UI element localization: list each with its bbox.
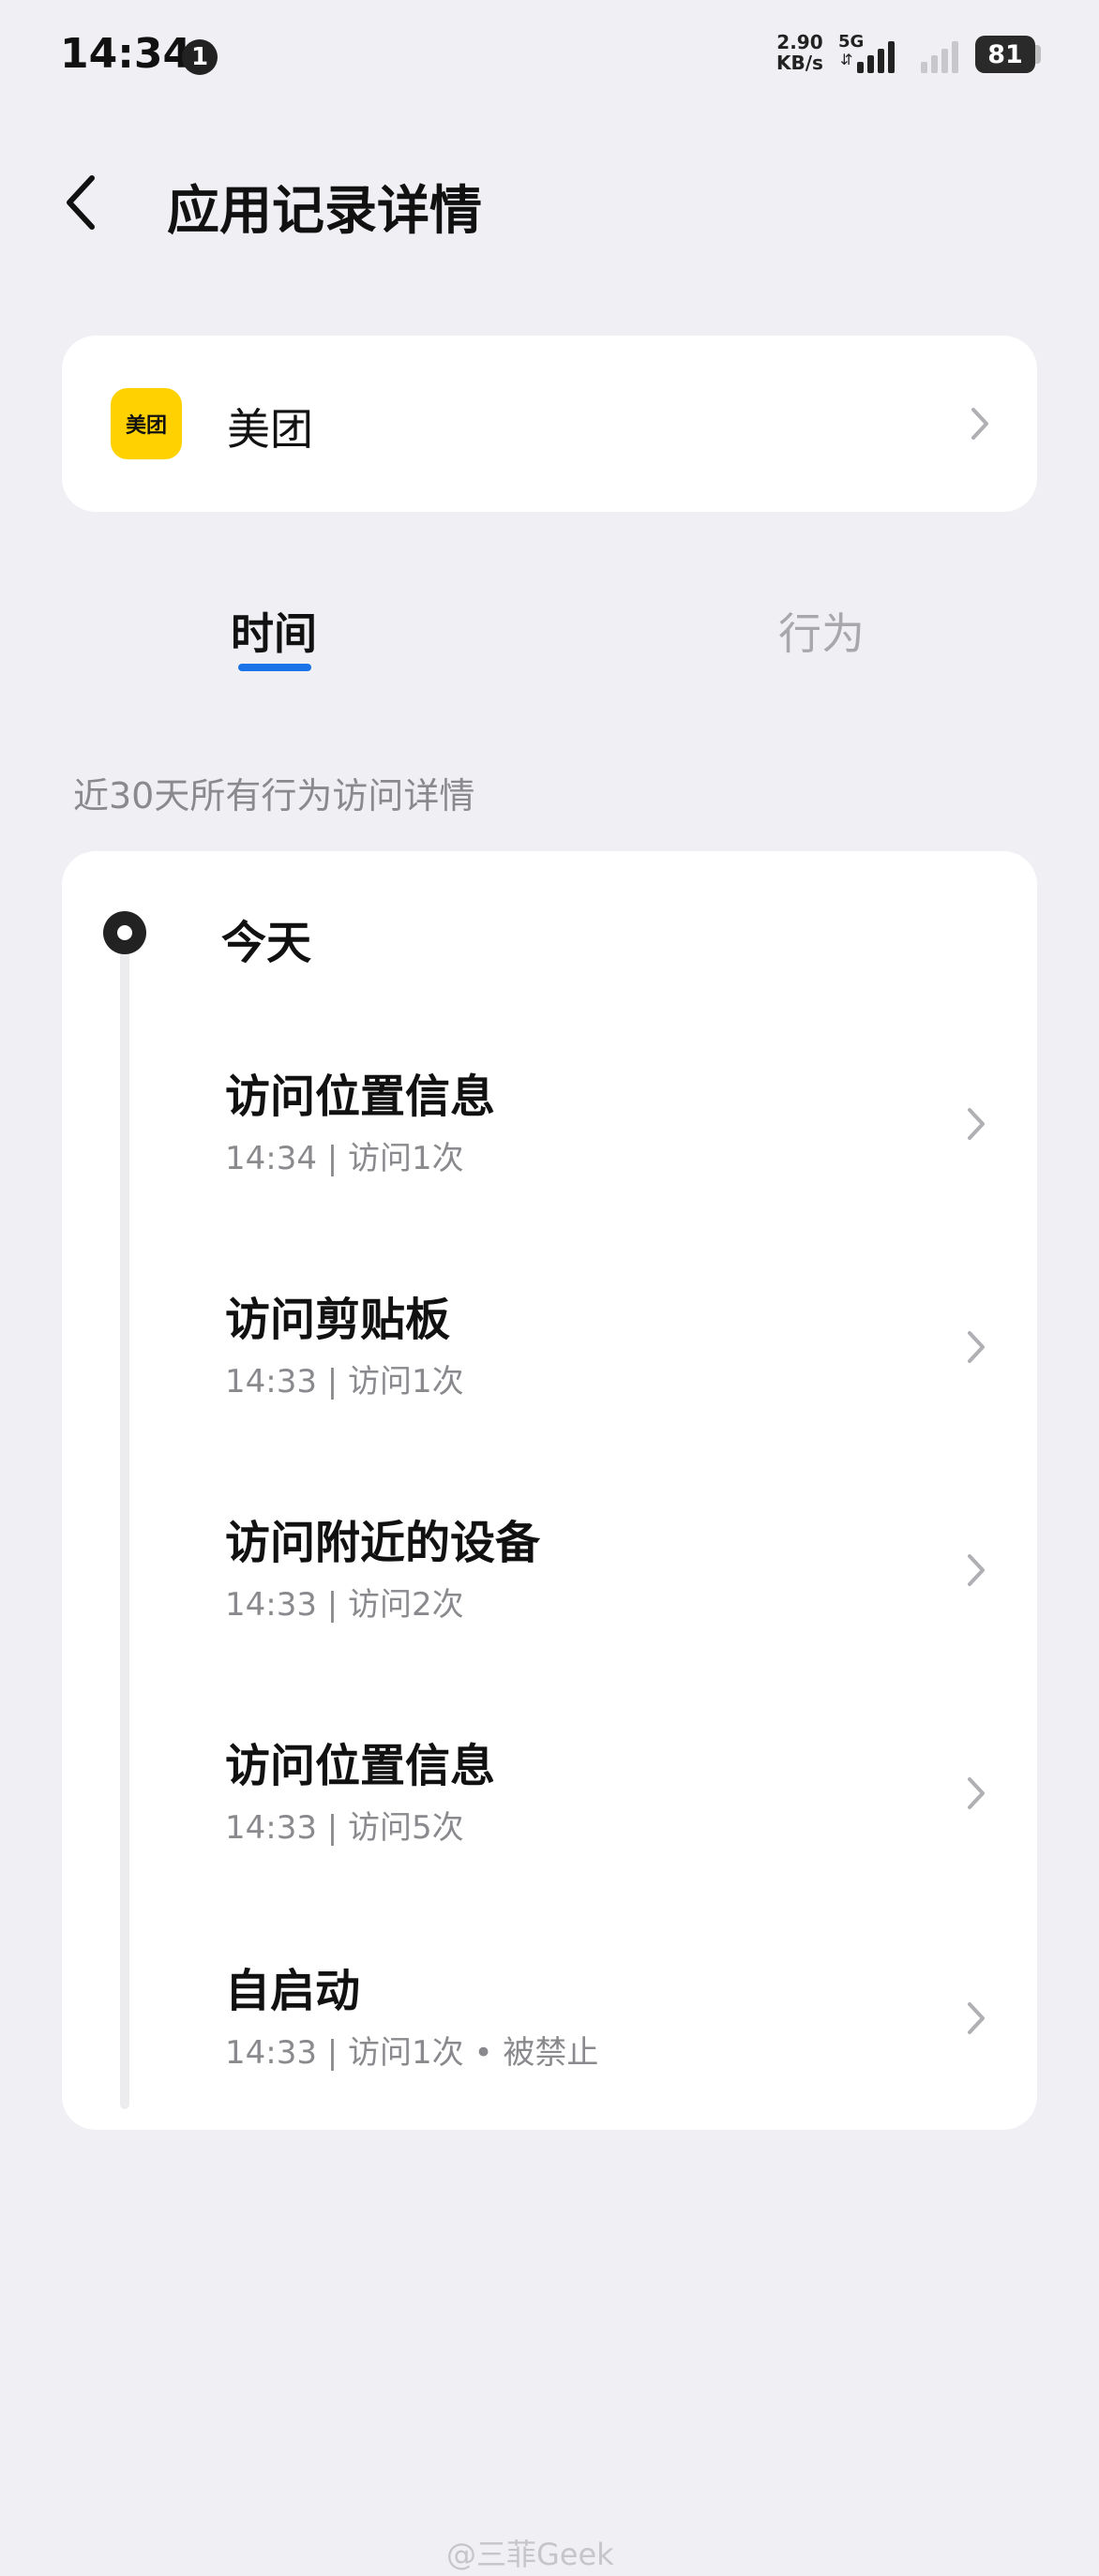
timeline-day-label: 今天 [221,917,312,969]
chevron-right-icon [968,1777,985,1809]
record-item[interactable]: 访问剪贴板 14:33 | 访问1次 [62,1282,1037,1470]
notification-count-badge: 1 [182,39,218,75]
watermark: @三菲Geek [446,2537,614,2572]
chevron-right-icon [968,1554,985,1586]
status-time: 14:34 [60,30,192,78]
tab-time[interactable]: 时间 [231,600,317,662]
data-transfer-icon: ⇵ [840,51,853,68]
meituan-app-icon: 美团 [111,388,182,459]
chevron-right-icon [968,2002,985,2034]
status-bar: 14:34 1 2.90 KB/s 5G ⇵ 81 [0,0,1099,112]
chevron-right-icon [968,1108,985,1140]
record-item[interactable]: 访问位置信息 14:34 | 访问1次 [62,1059,1037,1247]
chevron-right-icon [968,1331,985,1363]
timeline-card: 今天 访问位置信息 14:34 | 访问1次 访问剪贴板 14:33 | 访问1… [62,851,1037,2130]
record-meta: 14:33 | 访问5次 [225,1809,464,1847]
record-meta: 14:33 | 访问2次 [225,1586,464,1624]
record-title: 访问剪贴板 [225,1294,451,1346]
battery-tip [1035,45,1041,64]
network-speed-unit: KB/s [776,52,823,74]
back-button[interactable] [62,167,118,238]
active-tab-indicator [238,664,311,671]
record-item[interactable]: 访问附近的设备 14:33 | 访问2次 [62,1505,1037,1693]
timeline-dot-icon [103,911,146,954]
section-label: 近30天所有行为访问详情 [73,775,475,816]
tab-behavior[interactable]: 行为 [778,600,865,662]
app-name: 美团 [227,404,313,455]
network-speed-value: 2.90 [776,31,823,53]
record-title: 访问位置信息 [225,1740,496,1792]
record-item[interactable]: 访问位置信息 14:33 | 访问5次 [62,1729,1037,1916]
record-meta: 14:33 | 访问1次 [225,1363,464,1400]
record-title: 访问附近的设备 [225,1517,541,1569]
page-title: 应用记录详情 [167,181,482,242]
network-speed: 2.90 KB/s [776,32,823,73]
record-meta: 14:34 | 访问1次 [225,1140,464,1177]
secondary-signal-icon [921,41,958,73]
record-item[interactable]: 自启动 14:33 | 访问1次 • 被禁止 [62,1954,1037,2141]
record-meta: 14:33 | 访问1次 • 被禁止 [225,2034,599,2072]
back-arrow-icon [67,175,95,230]
app-card[interactable]: 美团 美团 [62,336,1037,512]
signal-strength-icon [857,41,895,73]
battery-icon: 81 [975,36,1035,73]
record-title: 访问位置信息 [225,1071,496,1123]
chevron-right-icon [971,408,988,440]
record-title: 自启动 [225,1965,361,2017]
